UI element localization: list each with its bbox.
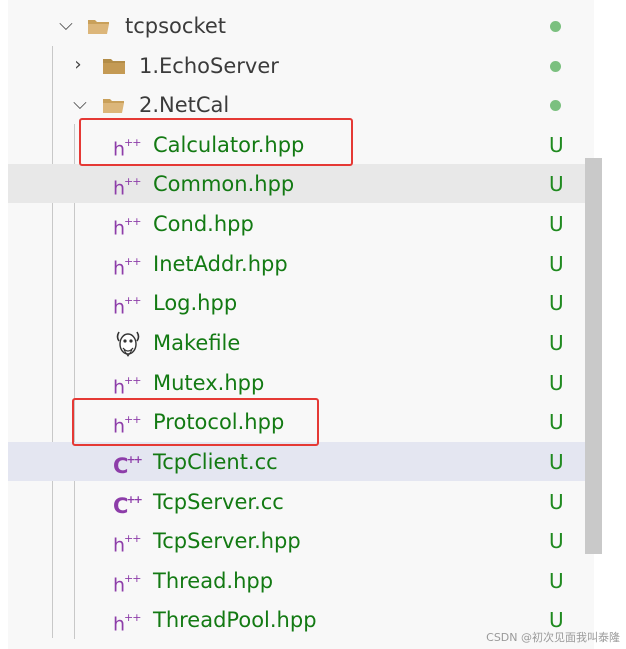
chevron-down-icon: ⌵	[59, 14, 73, 35]
cpp-header-icon: h++	[113, 215, 142, 240]
git-status-untracked: U	[549, 569, 564, 593]
cpp-header-icon: h++	[113, 294, 142, 319]
folder-label: tcpsocket	[125, 14, 227, 38]
file-explorer: ⌵ tcpsocket › 1.EchoServer ⌵ 2.NetCal h+…	[8, 0, 602, 649]
cpp-header-icon: h++	[113, 572, 142, 597]
highlight-box	[79, 118, 353, 166]
git-status-untracked: U	[549, 133, 564, 157]
status-dot	[550, 61, 561, 72]
file-row[interactable]: h++ Cond.hpp U	[8, 204, 594, 243]
file-label: TcpServer.hpp	[153, 529, 301, 553]
scrollbar-thumb[interactable]	[585, 158, 602, 554]
folder-row-echoserver[interactable]: › 1.EchoServer	[8, 46, 594, 85]
status-dot	[550, 100, 561, 111]
highlight-box	[72, 398, 319, 446]
file-row[interactable]: h++ TcpServer.hpp U	[8, 521, 594, 560]
git-status-untracked: U	[549, 331, 564, 355]
git-status-untracked: U	[549, 490, 564, 514]
file-label: ThreadPool.hpp	[153, 608, 317, 632]
git-status-untracked: U	[549, 371, 564, 395]
file-label: Thread.hpp	[153, 569, 274, 593]
cpp-header-icon: h++	[113, 611, 142, 636]
file-label: Cond.hpp	[153, 212, 254, 236]
cpp-source-icon: C++	[113, 453, 143, 478]
cpp-header-icon: h++	[113, 374, 142, 399]
file-label: Log.hpp	[153, 291, 238, 315]
file-label: TcpServer.cc	[153, 490, 284, 514]
git-status-untracked: U	[549, 212, 564, 236]
git-status-untracked: U	[549, 291, 564, 315]
file-label: Mutex.hpp	[153, 371, 265, 395]
chevron-right-icon: ›	[74, 54, 82, 75]
file-row[interactable]: h++ Mutex.hpp U	[8, 363, 594, 402]
git-status-untracked: U	[549, 252, 564, 276]
cpp-source-icon: C++	[113, 493, 143, 518]
file-row[interactable]: C++ TcpServer.cc U	[8, 482, 594, 521]
file-label: TcpClient.cc	[153, 450, 278, 474]
git-status-untracked: U	[549, 450, 564, 474]
folder-open-icon	[103, 99, 124, 113]
git-status-untracked: U	[549, 529, 564, 553]
watermark: CSDN @初次见面我叫泰隆	[486, 631, 620, 644]
folder-closed-icon	[103, 59, 125, 74]
status-dot	[550, 21, 561, 32]
chevron-down-icon: ⌵	[73, 93, 87, 114]
file-row[interactable]: h++ Log.hpp U	[8, 283, 594, 322]
git-status-untracked: U	[549, 172, 564, 196]
folder-label: 1.EchoServer	[139, 54, 279, 78]
cpp-header-icon: h++	[113, 175, 142, 200]
folder-label: 2.NetCal	[139, 93, 230, 117]
file-label: InetAddr.hpp	[153, 252, 288, 276]
file-row[interactable]: h++ Common.hpp U	[8, 164, 594, 203]
file-row-selected[interactable]: C++ TcpClient.cc U	[8, 442, 594, 481]
folder-row-tcpsocket[interactable]: ⌵ tcpsocket	[8, 6, 594, 45]
file-label: Common.hpp	[153, 172, 295, 196]
gnu-makefile-icon	[116, 331, 140, 357]
file-label: Makefile	[153, 331, 241, 355]
git-status-untracked: U	[549, 410, 564, 434]
cpp-header-icon: h++	[113, 255, 142, 280]
file-row[interactable]: Makefile U	[8, 323, 594, 362]
file-row[interactable]: h++ Thread.hpp U	[8, 561, 594, 600]
file-row[interactable]: h++ InetAddr.hpp U	[8, 244, 594, 283]
folder-open-icon	[88, 20, 109, 34]
cpp-header-icon: h++	[113, 532, 142, 557]
